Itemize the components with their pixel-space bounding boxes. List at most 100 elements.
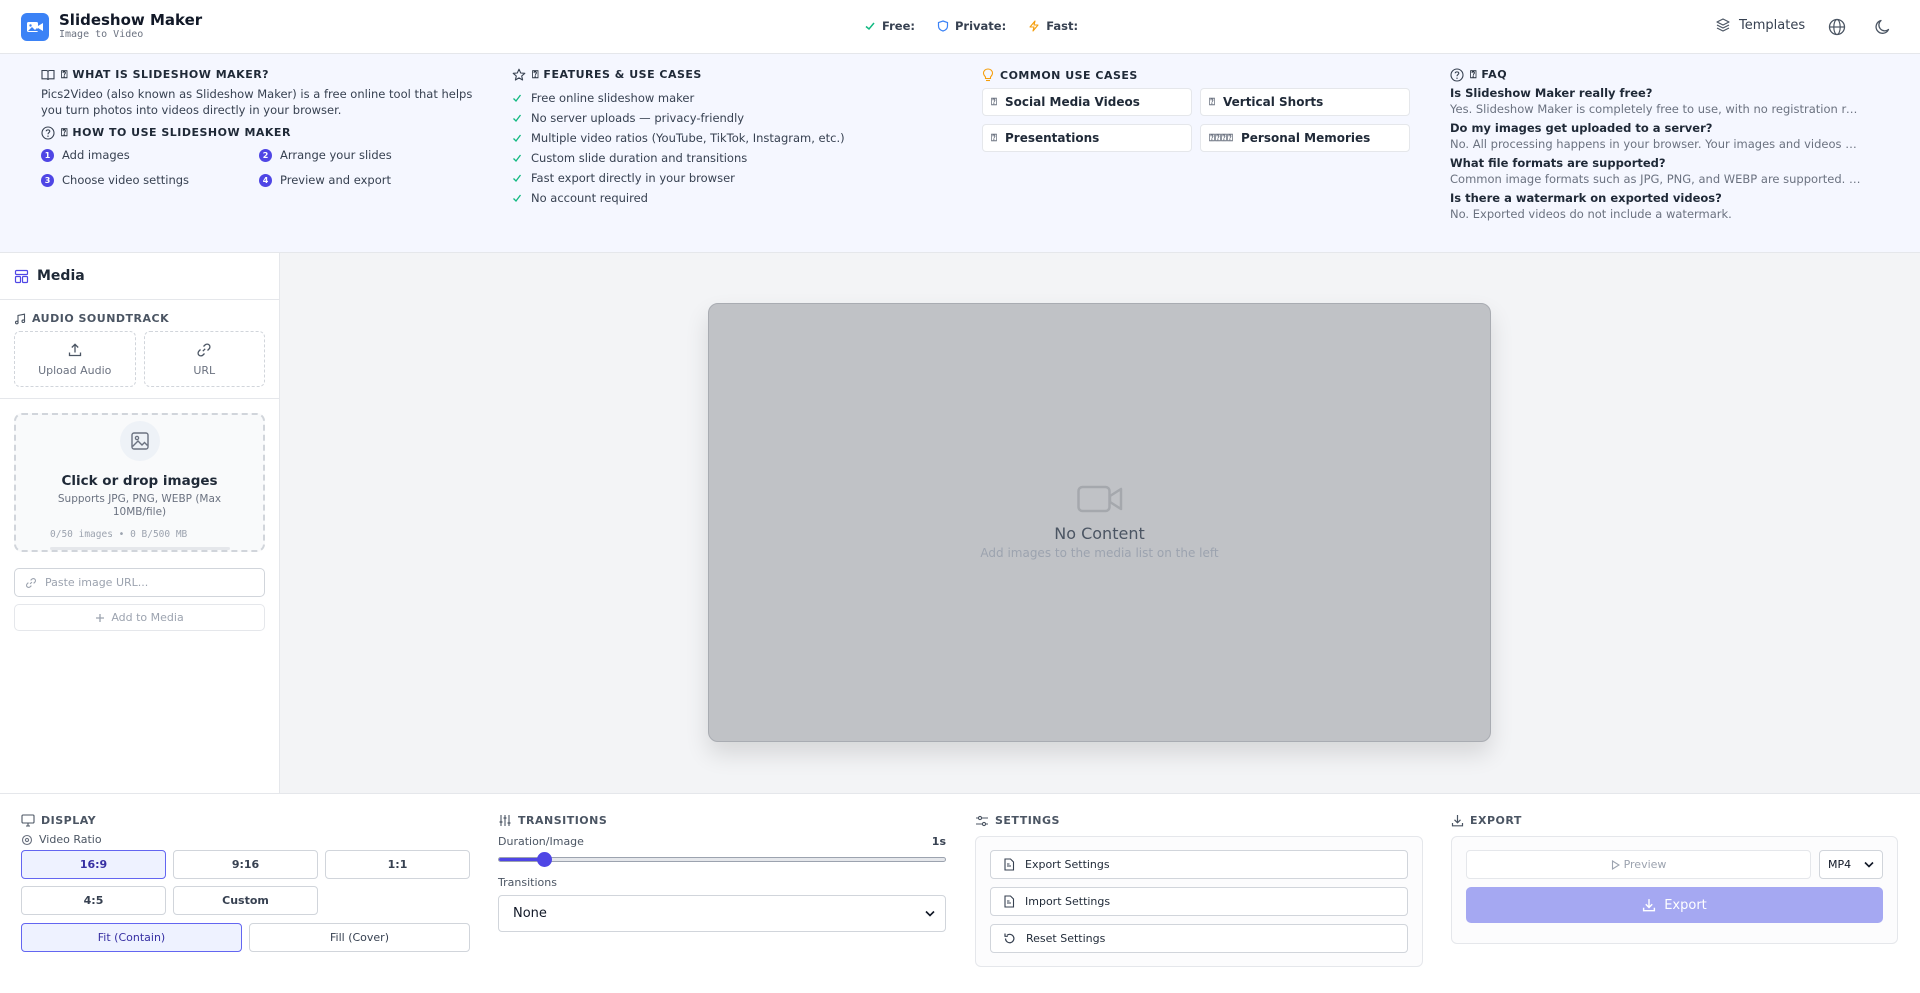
- sliders-icon: [499, 815, 511, 826]
- export-button[interactable]: Export: [1466, 887, 1883, 923]
- features-title-text: ⍰ FEATURES & USE CASES: [532, 68, 702, 81]
- badge-free: Free:: [864, 19, 915, 33]
- faq-answer: No. Exported videos do not include a wat…: [1450, 207, 1732, 221]
- storage-progress-bar: [50, 547, 230, 550]
- feature-item: Multiple video ratios (YouTube, TikTok, …: [512, 128, 932, 148]
- globe-icon: [1828, 18, 1846, 36]
- audio-buttons: Upload Audio URL: [14, 331, 265, 387]
- export-settings-button[interactable]: Export Settings: [990, 850, 1408, 879]
- language-button[interactable]: [1827, 17, 1847, 37]
- use-case-card[interactable]: ⍰⍰⍰⍰ Personal Memories: [1200, 124, 1410, 152]
- reset-settings-label: Reset Settings: [1026, 932, 1106, 945]
- ratio-9-16-button[interactable]: 9:16: [173, 850, 318, 879]
- feature-label: Free online slideshow maker: [531, 91, 695, 105]
- book-icon: [41, 69, 55, 81]
- templates-button[interactable]: Templates: [1715, 17, 1805, 33]
- media-header: Media: [0, 253, 279, 300]
- settings-section: SETTINGS Export Settings Import Settings…: [975, 814, 1423, 967]
- media-title: Media: [37, 268, 85, 284]
- file-export-icon: [1004, 858, 1015, 871]
- upload-audio-label: Upload Audio: [38, 363, 112, 377]
- import-settings-button[interactable]: Import Settings: [990, 887, 1408, 916]
- step-number: 2: [259, 148, 272, 162]
- fit-contain-button[interactable]: Fit (Contain): [21, 923, 242, 952]
- step-number: 4: [259, 173, 272, 187]
- theme-toggle-button[interactable]: [1873, 17, 1893, 37]
- ratio-4-5-button[interactable]: 4:5: [21, 886, 166, 915]
- empty-title: No Content: [1054, 524, 1145, 543]
- audio-title-text: AUDIO SOUNDTRACK: [32, 312, 170, 325]
- display-title: DISPLAY: [21, 814, 470, 827]
- feature-label: Fast export directly in your browser: [531, 171, 735, 185]
- dropzone-stats: 0/50 images • 0 B/500 MB: [50, 529, 188, 540]
- ratio-custom-button[interactable]: Custom: [173, 886, 318, 915]
- audio-url-label: URL: [193, 363, 216, 377]
- settings-icon: [21, 834, 33, 845]
- video-canvas: No Content Add images to the media list …: [708, 303, 1491, 742]
- display-section: DISPLAY Video Ratio 16:9 9:16 1:1 4:5 Cu…: [21, 814, 470, 952]
- howto-title-text: ⍰ HOW TO USE SLIDESHOW MAKER: [61, 126, 291, 139]
- ratio-options: 16:9 9:16 1:1 4:5 Custom: [21, 850, 470, 915]
- preview-stage: No Content Add images to the media list …: [280, 253, 1920, 793]
- features-section: ⍰ FEATURES & USE CASES Free online slide…: [512, 68, 932, 208]
- chevron-down-icon: [925, 910, 935, 917]
- file-import-icon: [1004, 895, 1015, 908]
- format-select[interactable]: MP4: [1819, 850, 1883, 879]
- preview-label: Preview: [1623, 858, 1667, 871]
- faq-item: What file formats are supported? Common i…: [1450, 155, 1870, 187]
- export-title: EXPORT: [1451, 814, 1900, 827]
- fill-cover-button[interactable]: Fill (Cover): [249, 923, 470, 952]
- about-title: ⍰ WHAT IS SLIDESHOW MAKER?: [41, 68, 481, 82]
- about-section: ⍰ WHAT IS SLIDESHOW MAKER? Pics2Video (a…: [41, 68, 481, 187]
- video-camera-icon: [1076, 485, 1122, 513]
- badge-fast: Fast:: [1028, 19, 1078, 33]
- check-icon: [513, 134, 522, 142]
- upload-audio-button[interactable]: Upload Audio: [14, 331, 136, 387]
- use-case-label: Presentations: [1005, 131, 1100, 145]
- duration-value: 1s: [931, 835, 946, 848]
- chevron-down-icon: [1864, 861, 1874, 868]
- faq-title-text: ⍰ FAQ: [1470, 68, 1508, 81]
- brand[interactable]: Slideshow Maker Image to Video: [21, 12, 202, 41]
- feature-item: No server uploads — privacy-friendly: [512, 108, 932, 128]
- use-case-card[interactable]: ⍰ Social Media Videos: [982, 88, 1192, 116]
- transitions-title: TRANSITIONS: [498, 814, 946, 827]
- use-case-card[interactable]: ⍰ Presentations: [982, 124, 1192, 152]
- step-item: 2 Arrange your slides: [259, 148, 477, 162]
- faq-answer: Common image formats such as JPG, PNG, a…: [1450, 172, 1862, 186]
- image-url-input[interactable]: Paste image URL...: [14, 568, 265, 597]
- image-icon: [119, 421, 160, 461]
- use-cases-section: COMMON USE CASES ⍰ Social Media Videos ⍰ V…: [982, 68, 1412, 152]
- feature-item: Custom slide duration and transitions: [512, 148, 932, 168]
- export-box: Preview MP4 Export: [1451, 836, 1898, 944]
- help-circle-icon: [41, 126, 55, 140]
- use-case-card[interactable]: ⍰ Vertical Shorts: [1200, 88, 1410, 116]
- duration-slider-thumb[interactable]: [536, 852, 552, 867]
- reset-settings-button[interactable]: Reset Settings: [990, 924, 1408, 953]
- add-to-media-button[interactable]: Add to Media: [14, 604, 265, 631]
- image-dropzone[interactable]: Click or drop images Supports JPG, PNG, …: [14, 413, 265, 552]
- layers-icon: [1716, 18, 1730, 32]
- star-icon: [512, 68, 526, 81]
- faq-answer: Yes. Slideshow Maker is completely free …: [1450, 102, 1862, 116]
- audio-title: AUDIO SOUNDTRACK: [14, 312, 265, 325]
- use-case-label: Social Media Videos: [1005, 95, 1140, 109]
- faq-item: Do my images get uploaded to a server? No…: [1450, 120, 1870, 152]
- step-item: 1 Add images: [41, 148, 259, 162]
- step-item: 3 Choose video settings: [41, 173, 259, 187]
- faq-question: Is there a watermark on exported videos?: [1450, 191, 1722, 205]
- check-icon: [513, 114, 522, 122]
- duration-slider[interactable]: [498, 852, 946, 867]
- preview-button[interactable]: Preview: [1466, 850, 1811, 879]
- help-circle-icon: [1450, 68, 1464, 82]
- feature-label: No server uploads — privacy-friendly: [531, 111, 745, 125]
- layout-icon: [14, 269, 29, 283]
- badge-private: Private:: [937, 19, 1006, 33]
- features-list: Free online slideshow maker No server up…: [512, 88, 932, 208]
- moon-icon: [1875, 19, 1890, 34]
- audio-url-button[interactable]: URL: [143, 331, 265, 387]
- transition-select[interactable]: None: [498, 895, 946, 932]
- ratio-16-9-button[interactable]: 16:9: [21, 850, 166, 879]
- step-label: Arrange your slides: [280, 148, 392, 162]
- ratio-1-1-button[interactable]: 1:1: [325, 850, 470, 879]
